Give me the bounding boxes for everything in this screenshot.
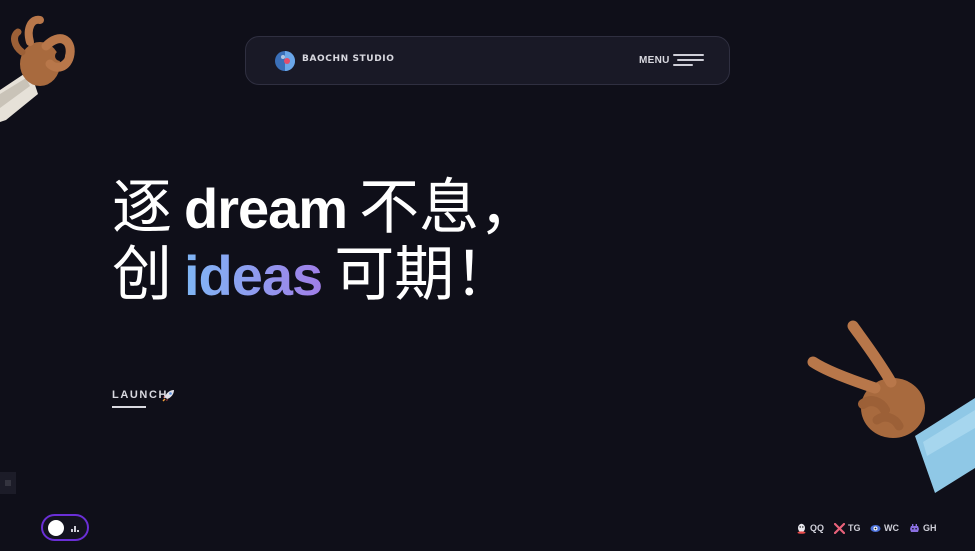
hero-cjk-text: 逐	[112, 173, 172, 243]
social-label: QQ	[810, 523, 825, 533]
ok-hand-icon	[0, 15, 75, 122]
rock-hand-icon	[807, 320, 975, 493]
hero-word-dream: dream	[184, 177, 348, 240]
qq-icon	[797, 523, 806, 534]
side-marker	[0, 472, 16, 494]
launch-link[interactable]: LAUNCH	[112, 389, 168, 401]
navbar: BAOCHN STUDIO MENU	[245, 36, 730, 85]
logo-icon[interactable]	[274, 50, 296, 72]
social-label: GH	[923, 523, 937, 533]
hero-cjk-text: 创	[112, 240, 172, 310]
theme-toggle-icon	[71, 525, 80, 532]
social-label: WC	[884, 523, 899, 533]
hero-line-2: 创 ideas 可期！	[112, 245, 514, 305]
wc-icon	[870, 525, 881, 532]
menu-label[interactable]: MENU	[639, 55, 670, 66]
menu-icon[interactable]	[673, 53, 704, 67]
rocket-icon[interactable]	[162, 389, 175, 402]
tg-icon	[834, 523, 845, 534]
gh-icon	[910, 524, 919, 532]
hero-line-1: 逐 dream 不息，	[112, 178, 539, 238]
hero-cjk-text: 可期！	[334, 240, 515, 310]
launch-underline	[112, 406, 146, 408]
brand-name[interactable]: BAOCHN STUDIO	[302, 54, 394, 64]
theme-toggle[interactable]	[41, 514, 89, 541]
hero-cjk-text: 不息，	[359, 173, 540, 243]
hero-word-ideas: ideas	[184, 244, 323, 307]
toggle-knob	[48, 520, 64, 536]
page: BAOCHN STUDIO MENU 逐 dream 不息， 创 ideas 可期！ L…	[0, 0, 975, 551]
social-label: TG	[848, 523, 861, 533]
